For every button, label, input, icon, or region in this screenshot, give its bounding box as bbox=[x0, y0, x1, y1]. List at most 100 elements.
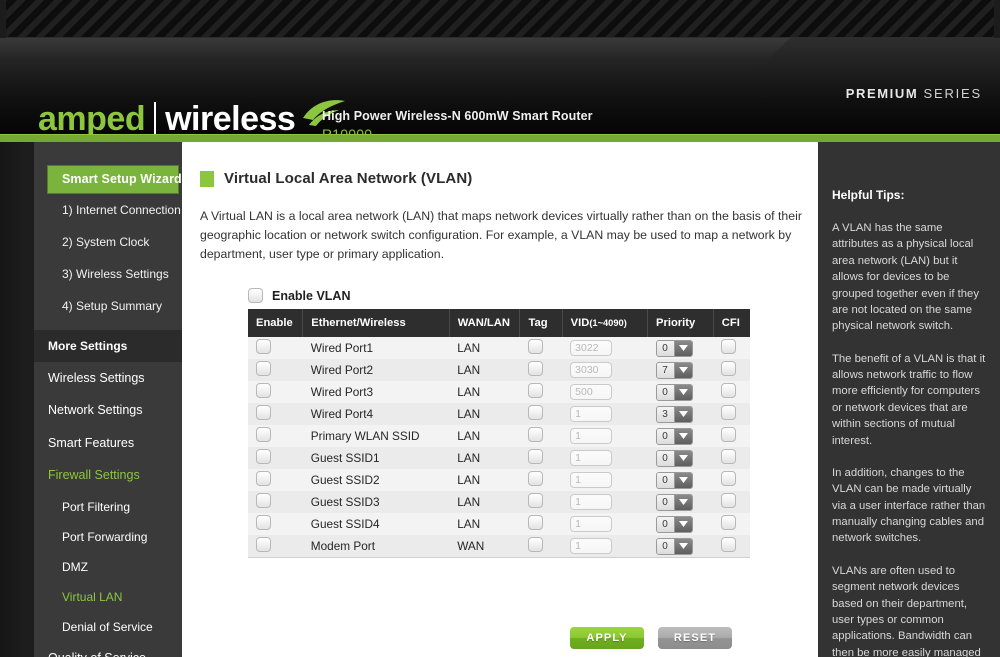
sidebar-item-firewall-settings[interactable]: Firewall Settings bbox=[34, 459, 182, 492]
row-tag-checkbox[interactable] bbox=[527, 405, 543, 421]
cell-interface-name: Guest SSID4 bbox=[303, 513, 449, 535]
vid-input[interactable]: 1 bbox=[570, 494, 613, 511]
form-actions: APPLY RESET bbox=[248, 627, 750, 650]
sidebar-item-label: Wireless Settings bbox=[48, 370, 145, 385]
tip-paragraph: VLANs are often used to segment network … bbox=[832, 564, 981, 657]
priority-select[interactable]: 3 bbox=[655, 405, 693, 423]
row-cfi-checkbox[interactable] bbox=[721, 361, 737, 377]
priority-select[interactable]: 0 bbox=[655, 493, 693, 511]
vid-input[interactable]: 1 bbox=[570, 450, 613, 467]
priority-select[interactable]: 0 bbox=[655, 383, 693, 401]
sidebar-item-label: Firewall Settings bbox=[48, 468, 140, 482]
cell-interface-name: Guest SSID3 bbox=[303, 491, 449, 513]
priority-select[interactable]: 0 bbox=[655, 427, 693, 445]
row-enable-checkbox[interactable] bbox=[256, 383, 271, 399]
cell-wan-lan: LAN bbox=[449, 447, 520, 469]
cell-interface-name: Primary WLAN SSID bbox=[303, 425, 449, 447]
vid-input[interactable]: 1 bbox=[570, 472, 613, 489]
priority-select[interactable]: 0 bbox=[655, 449, 693, 467]
sidebar-item-label: 2) System Clock bbox=[62, 234, 150, 249]
cell-cfi bbox=[713, 513, 750, 535]
row-cfi-checkbox[interactable] bbox=[721, 405, 737, 421]
column-header-cfi: CFI bbox=[713, 309, 750, 338]
sidebar-item-system-clock[interactable]: 2) System Clock bbox=[34, 226, 182, 258]
product-name: High Power Wireless-N 600mW Smart Router bbox=[322, 109, 593, 123]
chevron-down-icon bbox=[674, 384, 692, 400]
chevron-down-icon bbox=[674, 516, 692, 532]
priority-select[interactable]: 7 bbox=[655, 361, 693, 379]
cell-tag bbox=[520, 425, 562, 447]
sidebar-item-internet-connection[interactable]: 1) Internet Connection bbox=[34, 194, 182, 226]
row-enable-checkbox[interactable] bbox=[256, 493, 271, 509]
table-row: Wired Port2 LAN 3030 7 bbox=[248, 359, 750, 382]
row-enable-checkbox[interactable] bbox=[256, 515, 271, 531]
priority-select[interactable]: 0 bbox=[655, 339, 693, 357]
vid-input[interactable]: 3030 bbox=[570, 362, 613, 379]
vid-input[interactable]: 1 bbox=[570, 428, 613, 445]
row-enable-checkbox[interactable] bbox=[256, 405, 271, 421]
cell-interface-name: Wired Port4 bbox=[303, 403, 449, 425]
vlan-table-header: Enable Ethernet/Wireless WAN/LAN Tag VID… bbox=[248, 309, 750, 338]
row-tag-checkbox[interactable] bbox=[527, 339, 543, 355]
enable-vlan-row[interactable]: Enable VLAN bbox=[248, 288, 796, 304]
row-cfi-checkbox[interactable] bbox=[721, 471, 737, 487]
row-cfi-checkbox[interactable] bbox=[721, 493, 737, 509]
interface-name-label: Primary WLAN SSID bbox=[310, 429, 420, 444]
row-enable-checkbox[interactable] bbox=[256, 361, 271, 377]
cell-enable bbox=[248, 469, 303, 491]
vid-input[interactable]: 1 bbox=[570, 538, 613, 555]
priority-value: 0 bbox=[656, 450, 675, 466]
priority-select[interactable]: 0 bbox=[655, 515, 693, 533]
row-tag-checkbox[interactable] bbox=[527, 537, 543, 553]
reset-button[interactable]: RESET bbox=[658, 627, 732, 650]
chevron-down-icon bbox=[674, 450, 692, 466]
priority-select[interactable]: 0 bbox=[655, 537, 693, 555]
priority-select[interactable]: 0 bbox=[655, 471, 693, 489]
vid-input[interactable]: 1 bbox=[570, 406, 613, 423]
vid-input[interactable]: 3022 bbox=[570, 340, 613, 357]
row-cfi-checkbox[interactable] bbox=[721, 515, 737, 531]
row-cfi-checkbox[interactable] bbox=[721, 339, 737, 355]
sidebar-item-wireless-settings[interactable]: Wireless Settings bbox=[34, 362, 182, 395]
brand-logo[interactable]: amped wireless bbox=[38, 99, 347, 134]
logo-divider bbox=[154, 102, 157, 134]
sidebar-item-wireless-settings-wizard[interactable]: 3) Wireless Settings bbox=[34, 258, 182, 290]
cell-cfi bbox=[713, 403, 750, 425]
sidebar-item-port-filtering[interactable]: Port Filtering bbox=[34, 492, 182, 522]
row-enable-checkbox[interactable] bbox=[256, 449, 271, 465]
row-cfi-checkbox[interactable] bbox=[721, 383, 737, 399]
vid-input[interactable]: 500 bbox=[570, 384, 613, 401]
row-tag-checkbox[interactable] bbox=[527, 515, 543, 531]
row-enable-checkbox[interactable] bbox=[256, 471, 271, 487]
sidebar-item-smart-features[interactable]: Smart Features bbox=[34, 427, 182, 460]
cell-vid: 1 bbox=[562, 403, 647, 425]
row-tag-checkbox[interactable] bbox=[527, 383, 543, 399]
sidebar-item-quality-of-service[interactable]: Quality of Service bbox=[34, 642, 182, 657]
sidebar-item-port-forwarding[interactable]: Port Forwarding bbox=[34, 522, 182, 552]
row-tag-checkbox[interactable] bbox=[527, 449, 543, 465]
row-tag-checkbox[interactable] bbox=[527, 493, 543, 509]
row-enable-checkbox[interactable] bbox=[256, 427, 271, 443]
row-enable-checkbox[interactable] bbox=[256, 537, 271, 553]
row-tag-checkbox[interactable] bbox=[527, 361, 543, 377]
cell-cfi bbox=[713, 337, 750, 359]
priority-value: 0 bbox=[656, 384, 675, 400]
sidebar-item-denial-of-service[interactable]: Denial of Service bbox=[34, 612, 182, 642]
row-tag-checkbox[interactable] bbox=[527, 427, 543, 443]
cell-tag bbox=[520, 535, 562, 557]
row-enable-checkbox[interactable] bbox=[256, 339, 271, 355]
priority-value: 0 bbox=[656, 516, 675, 532]
sidebar-item-network-settings[interactable]: Network Settings bbox=[34, 394, 182, 427]
row-cfi-checkbox[interactable] bbox=[721, 449, 737, 465]
apply-button[interactable]: APPLY bbox=[570, 627, 644, 650]
sidebar-item-virtual-lan[interactable]: Virtual LAN bbox=[34, 582, 182, 612]
sidebar-item-dmz[interactable]: DMZ bbox=[34, 552, 182, 582]
cell-tag bbox=[520, 381, 562, 403]
row-cfi-checkbox[interactable] bbox=[721, 537, 737, 553]
row-tag-checkbox[interactable] bbox=[527, 471, 543, 487]
vid-input[interactable]: 1 bbox=[570, 516, 613, 533]
sidebar-item-setup-summary[interactable]: 4) Setup Summary bbox=[34, 290, 182, 322]
sidebar-item-smart-setup-wizard[interactable]: Smart Setup Wizard bbox=[47, 165, 182, 194]
row-cfi-checkbox[interactable] bbox=[721, 427, 737, 443]
enable-vlan-checkbox[interactable] bbox=[248, 288, 263, 304]
